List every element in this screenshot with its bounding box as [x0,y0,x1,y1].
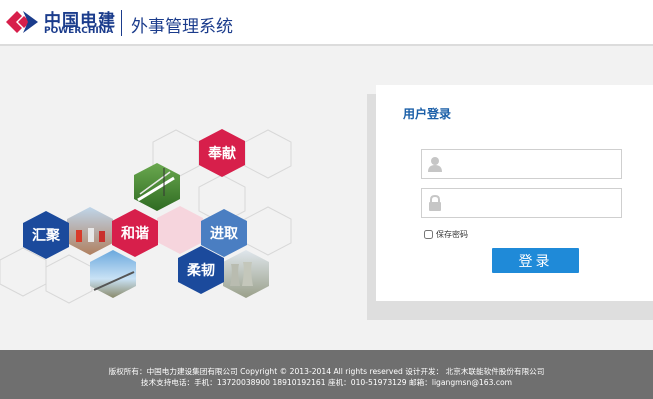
hexagon-label-fengxian: 奉献 [208,145,236,162]
username-input[interactable] [448,150,620,178]
login-title: 用户登录 [403,107,452,121]
remember-password-checkbox[interactable] [424,229,433,239]
hexagon-label-jinqu: 进取 [210,226,239,242]
photo-hexagon-road [90,250,136,298]
hexagon-label-huiju: 汇聚 [32,228,61,244]
photo-hexagon-site [67,207,113,255]
footer-support-contact: 技术支持电话：手机：13720038900 18910192161 座机：010… [140,378,513,387]
remember-password-label: 保存密码 [436,229,468,239]
hexagon-banner: 奉献 汇聚 和谐 进取 柔韧 [0,129,292,304]
remember-password[interactable]: 保存密码 [424,228,468,240]
hexagon-label-hexie: 和谐 [121,225,149,242]
footer-copyright: 版权所有：中国电力建设集团有限公司 Copyright © 2013-2014 … [108,367,545,376]
password-input[interactable] [448,189,620,217]
footer: 版权所有：中国电力建设集团有限公司 Copyright © 2013-2014 … [0,350,653,399]
pink-hexagon [157,206,203,254]
photo-hexagon-plant [223,250,269,298]
username-field[interactable] [421,149,622,179]
photo-hexagon-field [134,163,180,211]
password-field[interactable] [421,188,622,218]
hexagon-hexie: 和谐 [112,209,158,257]
login-button[interactable]: 登录 [492,248,579,273]
login-panel: 用户登录 保存密码 登录 [376,85,653,301]
lock-icon [429,195,441,211]
hexagon-label-rouren: 柔韧 [186,262,215,279]
user-icon [428,157,442,172]
hexagon-fengxian: 奉献 [199,129,245,177]
